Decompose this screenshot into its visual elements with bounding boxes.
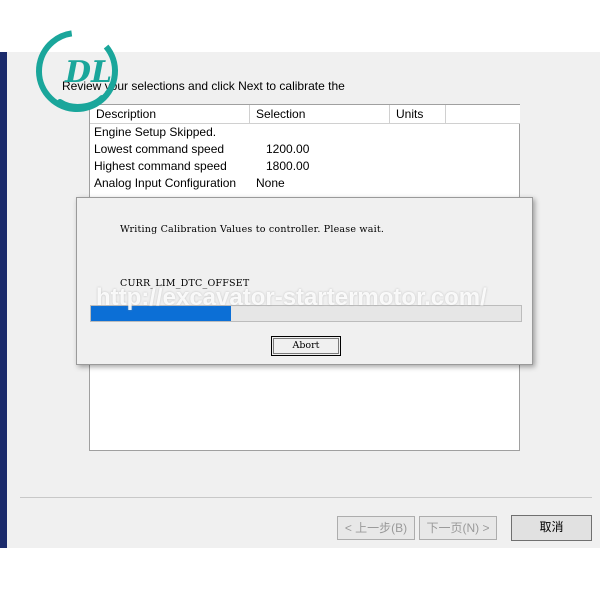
row-description: Engine Setup Skipped. [94, 125, 217, 139]
row-description: Analog Input Configuration [94, 176, 237, 190]
calibration-progress-dialog: Writing Calibration Values to controller… [76, 197, 533, 365]
row-description: Highest command speed [94, 159, 227, 173]
logo-letters: DL [64, 55, 112, 90]
brand-logo: DL [32, 26, 122, 116]
row-selection: None [256, 176, 285, 190]
watermark-url: http://excavator-startermotor.com/ [96, 284, 487, 311]
row-selection: 1800.00 [266, 159, 310, 173]
row-description: Lowest command speed [94, 142, 225, 156]
column-header-empty [446, 105, 520, 124]
back-button[interactable]: < 上一步(B) [337, 516, 415, 540]
next-button[interactable]: 下一页(N) > [419, 516, 497, 540]
dialog-message: Writing Calibration Values to controller… [120, 224, 385, 235]
cancel-button[interactable]: 取消 [511, 515, 592, 541]
column-header-units[interactable]: Units [390, 105, 446, 124]
row-selection: 1200.00 [266, 142, 310, 156]
left-edge-stripe [0, 52, 7, 548]
column-header-selection[interactable]: Selection [250, 105, 390, 124]
button-separator [20, 497, 592, 498]
abort-button[interactable]: Abort [271, 336, 341, 356]
